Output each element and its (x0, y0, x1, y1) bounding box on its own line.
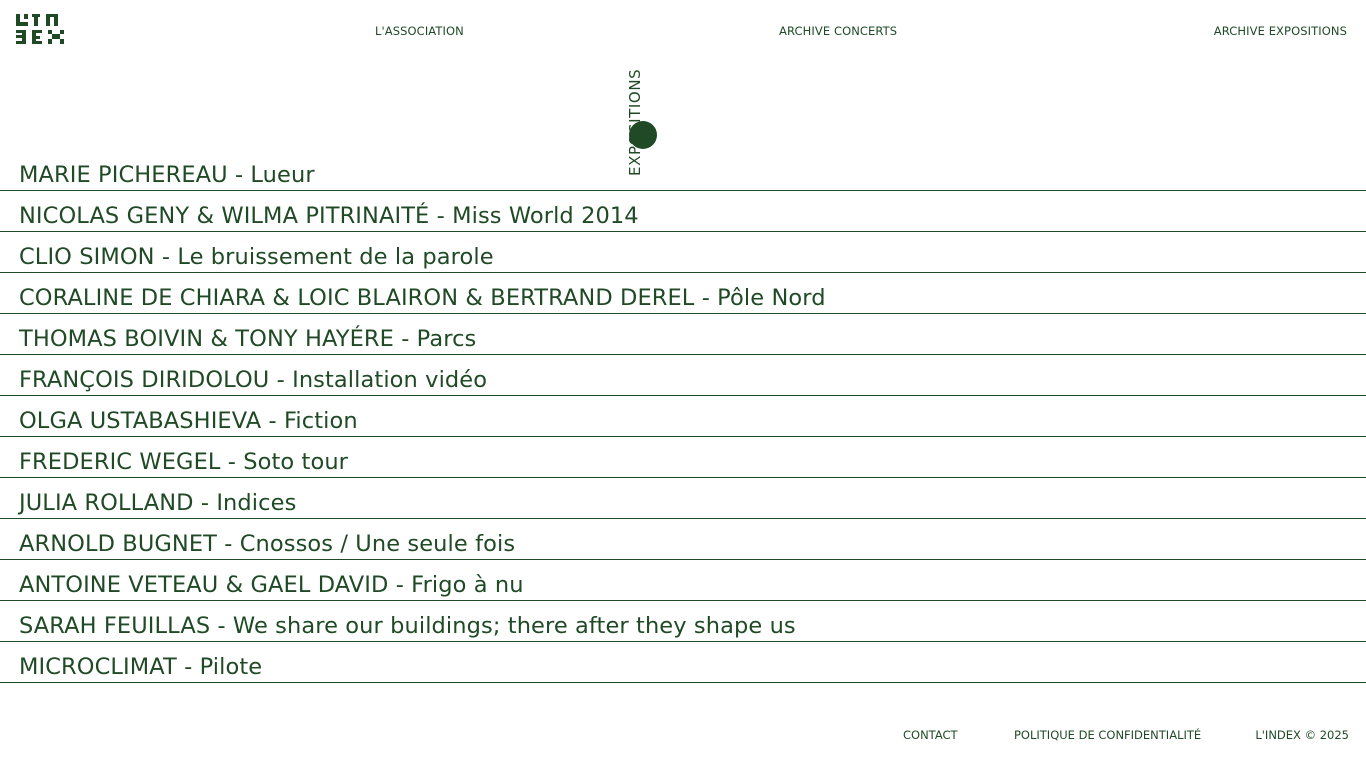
exhibition-item[interactable]: JULIA ROLLAND - Indices (0, 478, 1366, 519)
exhibition-title: NICOLAS GENY & WILMA PITRINAITÉ - Miss W… (19, 203, 639, 229)
exhibition-title: SARAH FEUILLAS - We share our buildings;… (19, 613, 796, 639)
nav-link-association[interactable]: L'ASSOCIATION (375, 24, 464, 38)
exhibition-item[interactable]: OLGA USTABASHIEVA - Fiction (0, 396, 1366, 437)
nav-link-archive-concerts[interactable]: ARCHIVE CONCERTS (779, 24, 897, 38)
nav-link-archive-expositions[interactable]: ARCHIVE EXPOSITIONS (1214, 24, 1347, 38)
exhibition-title: CORALINE DE CHIARA & LOIC BLAIRON & BERT… (19, 285, 826, 311)
footer-link-contact[interactable]: CONTACT (903, 728, 958, 742)
exhibition-item[interactable]: FRANÇOIS DIRIDOLOU - Installation vidéo (0, 355, 1366, 396)
exhibition-item[interactable]: ARNOLD BUGNET - Cnossos / Une seule fois (0, 519, 1366, 560)
exhibition-item[interactable]: ANTOINE VETEAU & GAEL DAVID - Frigo à nu (0, 560, 1366, 601)
exhibition-title: FREDERIC WEGEL - Soto tour (19, 449, 349, 475)
exhibition-title: ARNOLD BUGNET - Cnossos / Une seule fois (19, 531, 516, 557)
exhibition-title: CLIO SIMON - Le bruissement de la parole (19, 244, 494, 270)
exhibition-item[interactable]: SARAH FEUILLAS - We share our buildings;… (0, 601, 1366, 642)
footer-copyright: L'INDEX © 2025 (1255, 728, 1349, 742)
exhibition-item[interactable]: CLIO SIMON - Le bruissement de la parole (0, 232, 1366, 273)
exhibition-title: OLGA USTABASHIEVA - Fiction (19, 408, 358, 434)
exhibition-title: MICROCLIMAT - Pilote (19, 654, 263, 680)
exhibition-item[interactable]: CORALINE DE CHIARA & LOIC BLAIRON & BERT… (0, 273, 1366, 314)
section-indicator-dot (629, 121, 657, 149)
site-logo[interactable] (16, 14, 64, 44)
exhibition-item[interactable]: NICOLAS GENY & WILMA PITRINAITÉ - Miss W… (0, 191, 1366, 232)
exhibition-title: MARIE PICHEREAU - Lueur (19, 162, 315, 188)
site-header: L'ASSOCIATION ARCHIVE CONCERTS ARCHIVE E… (0, 0, 1366, 60)
exhibition-item[interactable]: MICROCLIMAT - Pilote (0, 642, 1366, 683)
exhibition-list: MARIE PICHEREAU - Lueur NICOLAS GENY & W… (0, 150, 1366, 683)
exhibition-title: FRANÇOIS DIRIDOLOU - Installation vidéo (19, 367, 488, 393)
exhibition-item[interactable]: MARIE PICHEREAU - Lueur (0, 150, 1366, 191)
exhibition-item[interactable]: FREDERIC WEGEL - Soto tour (0, 437, 1366, 478)
exhibition-title: ANTOINE VETEAU & GAEL DAVID - Frigo à nu (19, 572, 524, 598)
exhibition-item[interactable]: THOMAS BOIVIN & TONY HAYÉRE - Parcs (0, 314, 1366, 355)
exhibition-title: THOMAS BOIVIN & TONY HAYÉRE - Parcs (19, 326, 477, 352)
footer-link-privacy-policy[interactable]: POLITIQUE DE CONFIDENTIALITÉ (1014, 728, 1201, 742)
exhibition-title: JULIA ROLLAND - Indices (19, 490, 297, 516)
